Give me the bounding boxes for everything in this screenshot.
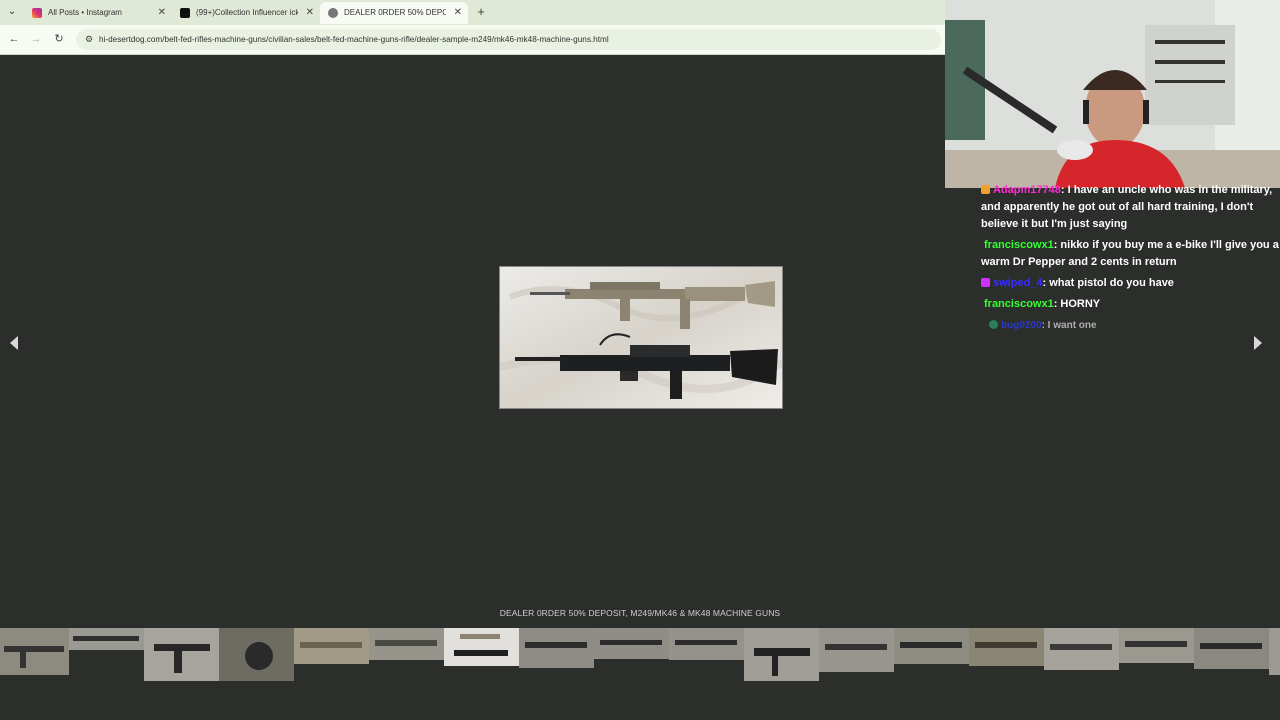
tab-dealer-order[interactable]: DEALER 0RDER 50% DEPOSIT, M ✕ [320, 2, 468, 24]
globe-icon [328, 8, 338, 18]
chat-text: : I want one [1041, 320, 1097, 331]
chat-username: swiped_4 [993, 277, 1043, 289]
thumbnail[interactable] [969, 628, 1044, 666]
chat-message: franciscowx1: nikko if you buy me a e-bi… [980, 237, 1280, 271]
thumbnail[interactable] [0, 628, 69, 675]
chat-username: Adapm17748 [993, 184, 1061, 196]
chat-message: swiped_4: what pistol do you have [980, 275, 1280, 292]
thumbnail[interactable] [369, 628, 444, 660]
tab-strip: ⌄ All Posts • Instagram ✕ (99+)Collectio… [0, 0, 945, 25]
thumbnail[interactable] [69, 628, 144, 650]
thumbnail[interactable] [219, 628, 294, 681]
thumbnail[interactable] [519, 628, 594, 668]
image-caption: DEALER 0RDER 50% DEPOSIT, M249/MK46 & MK… [499, 608, 781, 618]
previous-image-arrow-icon[interactable] [10, 336, 18, 350]
url-field[interactable]: ⚙ hi-desertdog.com/belt-fed-rifles-machi… [76, 29, 941, 50]
back-arrow-icon[interactable]: ← [6, 31, 22, 47]
thumbnail[interactable] [1194, 628, 1269, 669]
badge-icon [989, 320, 998, 329]
thumbnail[interactable] [1269, 628, 1280, 675]
tab-search-chevron-icon[interactable]: ⌄ [4, 4, 20, 20]
new-tab-button[interactable]: + [473, 4, 489, 20]
chat-username: bug0200 [1001, 320, 1042, 331]
tiktok-icon [180, 8, 190, 18]
thumbnail[interactable] [1044, 628, 1119, 670]
thumbnail-active[interactable] [444, 628, 519, 666]
chat-message: franciscowx1: HORNY [980, 296, 1280, 313]
address-bar: ← → ↻ ⚙ hi-desertdog.com/belt-fed-rifles… [0, 25, 945, 55]
stream-chat: Adapm17748: I have an uncle who was in t… [980, 184, 1280, 338]
chat-username: franciscowx1 [984, 239, 1054, 251]
thumbnail[interactable] [294, 628, 369, 664]
chat-message: bug0200: I want one [988, 317, 1280, 334]
chat-message: Adapm17748: I have an uncle who was in t… [980, 182, 1280, 233]
reload-icon[interactable]: ↻ [51, 31, 67, 47]
chat-text: : HORNY [1053, 298, 1101, 310]
thumbnail[interactable] [669, 628, 744, 660]
close-tab-icon[interactable]: ✕ [158, 2, 166, 24]
tab-tiktok[interactable]: (99+)Collection Influencer ick c ✕ [172, 2, 320, 24]
thumbnail[interactable] [819, 628, 894, 672]
badge-icon [981, 185, 990, 194]
close-tab-icon[interactable]: ✕ [306, 2, 314, 24]
site-info-icon[interactable]: ⚙ [82, 32, 96, 46]
thumbnail-strip [0, 628, 1280, 682]
tab-instagram[interactable]: All Posts • Instagram ✕ [24, 2, 172, 24]
machine-guns-photo [500, 267, 782, 408]
thumbnail[interactable] [1119, 628, 1194, 663]
main-product-image [499, 266, 783, 409]
badge-icon [981, 278, 990, 287]
tab-label: (99+)Collection Influencer ick c [196, 8, 298, 17]
webcam-overlay [945, 0, 1280, 188]
thumbnail[interactable] [744, 628, 819, 681]
close-tab-icon[interactable]: ✕ [454, 2, 462, 24]
instagram-icon [32, 8, 42, 18]
chat-username: franciscowx1 [984, 298, 1054, 310]
forward-arrow-icon[interactable]: → [28, 31, 44, 47]
tab-label: All Posts • Instagram [48, 8, 122, 17]
url-text: hi-desertdog.com/belt-fed-rifles-machine… [99, 35, 609, 44]
thumbnail[interactable] [894, 628, 969, 664]
thumbnail[interactable] [144, 628, 219, 681]
thumbnail[interactable] [594, 628, 669, 659]
tab-label: DEALER 0RDER 50% DEPOSIT, M [344, 8, 446, 17]
next-image-arrow-icon[interactable] [1254, 336, 1262, 350]
streamer-webcam-feed [945, 0, 1280, 188]
chat-text: : what pistol do you have [1042, 277, 1174, 289]
